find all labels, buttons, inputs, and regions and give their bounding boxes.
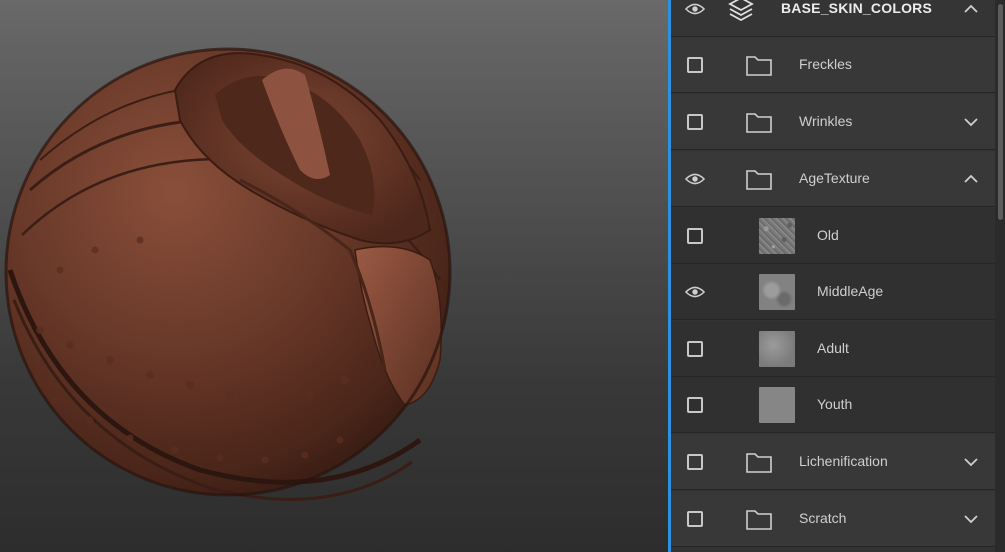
layer-label: Scratch bbox=[799, 510, 847, 526]
layer-folder-wrinkles[interactable]: Wrinkles bbox=[671, 94, 995, 150]
3d-viewport[interactable] bbox=[0, 0, 668, 552]
chevron-up-icon[interactable] bbox=[963, 2, 979, 16]
chevron-down-icon[interactable] bbox=[963, 512, 979, 526]
layer-thumbnail bbox=[759, 331, 795, 367]
layer-label: AgeTexture bbox=[799, 170, 870, 186]
chevron-down-icon[interactable] bbox=[963, 455, 979, 469]
layer-thumbnail bbox=[759, 218, 795, 254]
visibility-checkbox[interactable] bbox=[687, 454, 703, 470]
layer-folder-lichenification[interactable]: Lichenification bbox=[671, 434, 995, 490]
layer-group-root[interactable]: BASE_SKIN_COLORS bbox=[671, 0, 995, 37]
layers-panel: BASE_SKIN_COLORS Freckles Wrinkles AgeTe… bbox=[671, 0, 1005, 552]
layer-old[interactable]: Old bbox=[671, 208, 995, 264]
layer-label: Lichenification bbox=[799, 453, 888, 469]
layer-label: Freckles bbox=[799, 56, 852, 72]
layer-label: Wrinkles bbox=[799, 113, 853, 129]
scrollbar-thumb[interactable] bbox=[998, 4, 1003, 220]
chevron-down-icon[interactable] bbox=[963, 115, 979, 129]
visibility-checkbox[interactable] bbox=[687, 511, 703, 527]
layers-icon bbox=[728, 0, 754, 22]
visibility-checkbox[interactable] bbox=[687, 228, 703, 244]
visibility-eye-icon[interactable] bbox=[685, 169, 705, 189]
layer-label: MiddleAge bbox=[817, 283, 884, 299]
layer-adult[interactable]: Adult bbox=[671, 321, 995, 377]
layer-group-label: BASE_SKIN_COLORS bbox=[781, 0, 933, 16]
layer-folder-freckles[interactable]: Freckles bbox=[671, 37, 995, 93]
visibility-checkbox[interactable] bbox=[687, 114, 703, 130]
folder-icon bbox=[746, 510, 772, 530]
visibility-eye-icon[interactable] bbox=[685, 0, 705, 19]
folder-icon bbox=[746, 170, 772, 190]
chevron-up-icon[interactable] bbox=[963, 172, 979, 186]
layer-label: Adult bbox=[817, 340, 849, 356]
layer-label: Youth bbox=[817, 396, 853, 412]
visibility-checkbox[interactable] bbox=[687, 57, 703, 73]
layer-thumbnail bbox=[759, 387, 795, 423]
visibility-checkbox[interactable] bbox=[687, 341, 703, 357]
panel-scrollbar[interactable] bbox=[995, 0, 1005, 552]
folder-icon bbox=[746, 113, 772, 133]
layer-folder-agetexture[interactable]: AgeTexture bbox=[671, 151, 995, 207]
visibility-eye-icon[interactable] bbox=[685, 282, 705, 302]
folder-icon bbox=[746, 453, 772, 473]
layer-thumbnail bbox=[759, 274, 795, 310]
skin-sphere-render bbox=[4, 47, 452, 501]
folder-icon bbox=[746, 56, 772, 76]
layer-youth[interactable]: Youth bbox=[671, 377, 995, 433]
visibility-checkbox[interactable] bbox=[687, 397, 703, 413]
layer-label: Old bbox=[817, 227, 839, 243]
layer-folder-scratch[interactable]: Scratch bbox=[671, 491, 995, 547]
layer-middleage[interactable]: MiddleAge bbox=[671, 264, 995, 320]
